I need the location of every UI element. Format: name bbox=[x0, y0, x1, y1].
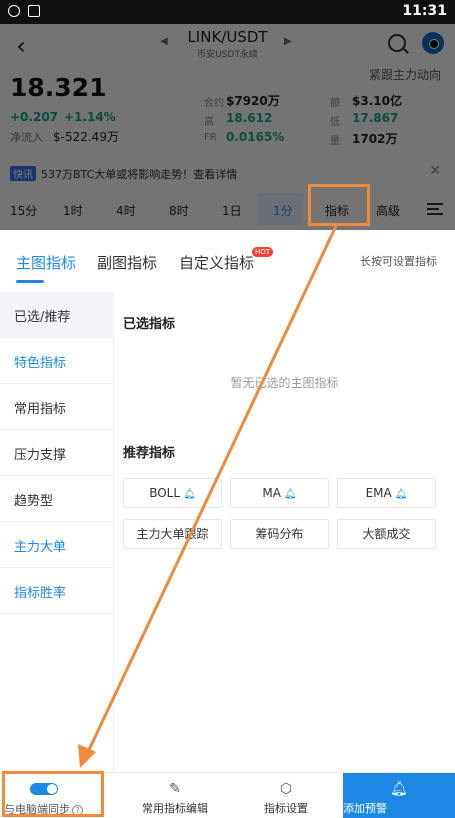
edit-indicators-label: 常用指标编辑 bbox=[142, 802, 208, 815]
chip-label: EMA bbox=[365, 486, 392, 500]
stat-label: 合约 bbox=[204, 98, 224, 109]
edit-indicators-button[interactable]: ✎ 常用指标编辑 bbox=[120, 773, 230, 818]
indicator-content: 已选指标 暂无已选的主图指标 推荐指标 BOLL 🔔︎ MA 🔔︎ EMA 🔔︎ 主力… bbox=[114, 292, 455, 772]
timeframe-tab[interactable]: 4时 bbox=[116, 202, 136, 219]
nav-bar: ‹ ◀ LINK/USDT 币安USDT永续 ▶ bbox=[0, 24, 455, 68]
bell-icon[interactable]: 🔔︎ bbox=[395, 481, 408, 509]
tab-main-indicator[interactable]: 主图指标 bbox=[16, 252, 76, 273]
change-abs: +0.207 bbox=[10, 110, 59, 124]
settings-menu-icon[interactable] bbox=[427, 203, 443, 215]
sidebar-item-selected[interactable]: 已选/推荐 bbox=[0, 292, 114, 338]
sidebar-item-large-orders[interactable]: 主力大单 bbox=[0, 522, 114, 568]
indicator-chip-ma[interactable]: MA 🔔︎ bbox=[230, 478, 329, 508]
timeframe-tab[interactable]: 1日 bbox=[222, 202, 242, 219]
indicator-chip-boll[interactable]: BOLL 🔔︎ bbox=[123, 478, 222, 508]
bell-icon[interactable]: 🔔︎ bbox=[183, 481, 196, 509]
status-bar: 11:31 bbox=[0, 0, 455, 24]
sidebar-item-support[interactable]: 压力支撑 bbox=[0, 430, 114, 476]
pair-title[interactable]: LINK/USDT bbox=[0, 28, 455, 46]
sidebar-item-win-rate[interactable]: 指标胜率 bbox=[0, 568, 114, 614]
timeframe-tab[interactable]: 8时 bbox=[169, 202, 189, 219]
timeframe-tab-active[interactable]: 1分 bbox=[273, 202, 293, 219]
stat-value: 0.0165% bbox=[226, 130, 285, 144]
change-pct: +1.14% bbox=[64, 110, 116, 124]
exchange-subtitle: 币安USDT永续 bbox=[197, 50, 258, 60]
hot-badge: HOT bbox=[252, 247, 274, 257]
stat-label: 低 bbox=[330, 117, 340, 128]
news-tag: 快讯 bbox=[10, 166, 36, 181]
indicator-panel: 主图指标 副图指标 自定义指标 HOT 长按可设置指标 已选/推荐 特色指标 常… bbox=[0, 230, 455, 818]
add-alert-button[interactable]: 🔔︎ 添加预警 bbox=[343, 773, 455, 818]
app-notification-icon bbox=[28, 5, 40, 17]
sidebar-item-common[interactable]: 常用指标 bbox=[0, 384, 114, 430]
notification-icon bbox=[8, 5, 20, 17]
indicator-chip-large-trades[interactable]: 大额成交 bbox=[337, 519, 436, 549]
net-inflow-value: $-522.49万 bbox=[53, 130, 119, 144]
search-icon[interactable] bbox=[388, 34, 406, 52]
indicator-settings-label: 指标设置 bbox=[264, 802, 308, 815]
status-time: 11:31 bbox=[402, 3, 447, 19]
market-header: ‹ ◀ LINK/USDT 币安USDT永续 ▶ 18.321 紧跟主力动向 +… bbox=[0, 24, 455, 230]
timeframe-tab[interactable]: 1时 bbox=[63, 202, 83, 219]
stat-label: 额 bbox=[330, 98, 340, 109]
add-alert-label: 添加预警 bbox=[343, 802, 387, 815]
stat-label: FR bbox=[204, 132, 217, 143]
indicator-chip-ema[interactable]: EMA 🔔︎ bbox=[337, 478, 436, 508]
stat-value: $3.10亿 bbox=[352, 94, 402, 108]
bell-icon[interactable]: 🔔︎ bbox=[284, 481, 297, 509]
indicator-category-sidebar: 已选/推荐 特色指标 常用指标 压力支撑 趋势型 主力大单 指标胜率 bbox=[0, 292, 114, 772]
tab-custom-indicator[interactable]: 自定义指标 bbox=[179, 252, 254, 273]
next-pair-icon[interactable]: ▶ bbox=[284, 36, 292, 47]
tab-underline bbox=[16, 280, 44, 283]
chip-label: 筹码分布 bbox=[255, 527, 304, 541]
advanced-tab[interactable]: 高级 bbox=[376, 202, 400, 219]
empty-state-text: 暂无已选的主图指标 bbox=[230, 376, 339, 390]
stat-label: 高 bbox=[204, 117, 214, 128]
news-text[interactable]: 537万BTC大单或将影响走势！查看详情 bbox=[41, 168, 237, 181]
selected-section-title: 已选指标 bbox=[123, 317, 176, 332]
stat-value: 18.612 bbox=[226, 111, 273, 125]
last-price: 18.321 bbox=[10, 73, 107, 102]
hexagon-settings-icon: ⬡ bbox=[279, 781, 293, 797]
follow-main-force-link[interactable]: 紧跟主力动向 bbox=[369, 66, 441, 83]
indicator-chip-main-force[interactable]: 主力大单跟踪 bbox=[123, 519, 222, 549]
sidebar-item-featured[interactable]: 特色指标 bbox=[0, 338, 114, 384]
tab-sub-indicator[interactable]: 副图指标 bbox=[97, 252, 157, 273]
timeframe-tab[interactable]: 15分 bbox=[10, 202, 37, 219]
long-press-hint: 长按可设置指标 bbox=[360, 255, 437, 268]
news-banner[interactable]: 快讯 537万BTC大单或将影响走势！查看详情 bbox=[10, 166, 237, 182]
indicator-chip-chip-distribution[interactable]: 筹码分布 bbox=[230, 519, 329, 549]
chip-label: MA bbox=[262, 486, 281, 500]
stat-value: $7920万 bbox=[226, 94, 280, 108]
chip-label: 大额成交 bbox=[362, 527, 411, 541]
annotation-box-sync bbox=[2, 771, 104, 817]
net-inflow-label: 净流入 bbox=[10, 131, 43, 144]
stat-label: 量 bbox=[330, 136, 340, 147]
edit-icon: ✎ bbox=[169, 781, 181, 797]
annotation-box-indicator bbox=[308, 184, 370, 226]
stat-value: 1702万 bbox=[352, 132, 398, 146]
recommended-section-title: 推荐指标 bbox=[123, 446, 176, 461]
eye-icon[interactable] bbox=[422, 32, 444, 54]
sidebar-item-trend[interactable]: 趋势型 bbox=[0, 476, 114, 522]
close-icon[interactable]: ✕ bbox=[429, 163, 441, 179]
stat-value: 17.867 bbox=[352, 111, 399, 125]
bell-icon: 🔔︎ bbox=[390, 781, 408, 797]
chip-label: BOLL bbox=[149, 486, 181, 500]
chip-label: 主力大单跟踪 bbox=[136, 527, 209, 541]
indicator-settings-button[interactable]: ⬡ 指标设置 bbox=[231, 773, 341, 818]
